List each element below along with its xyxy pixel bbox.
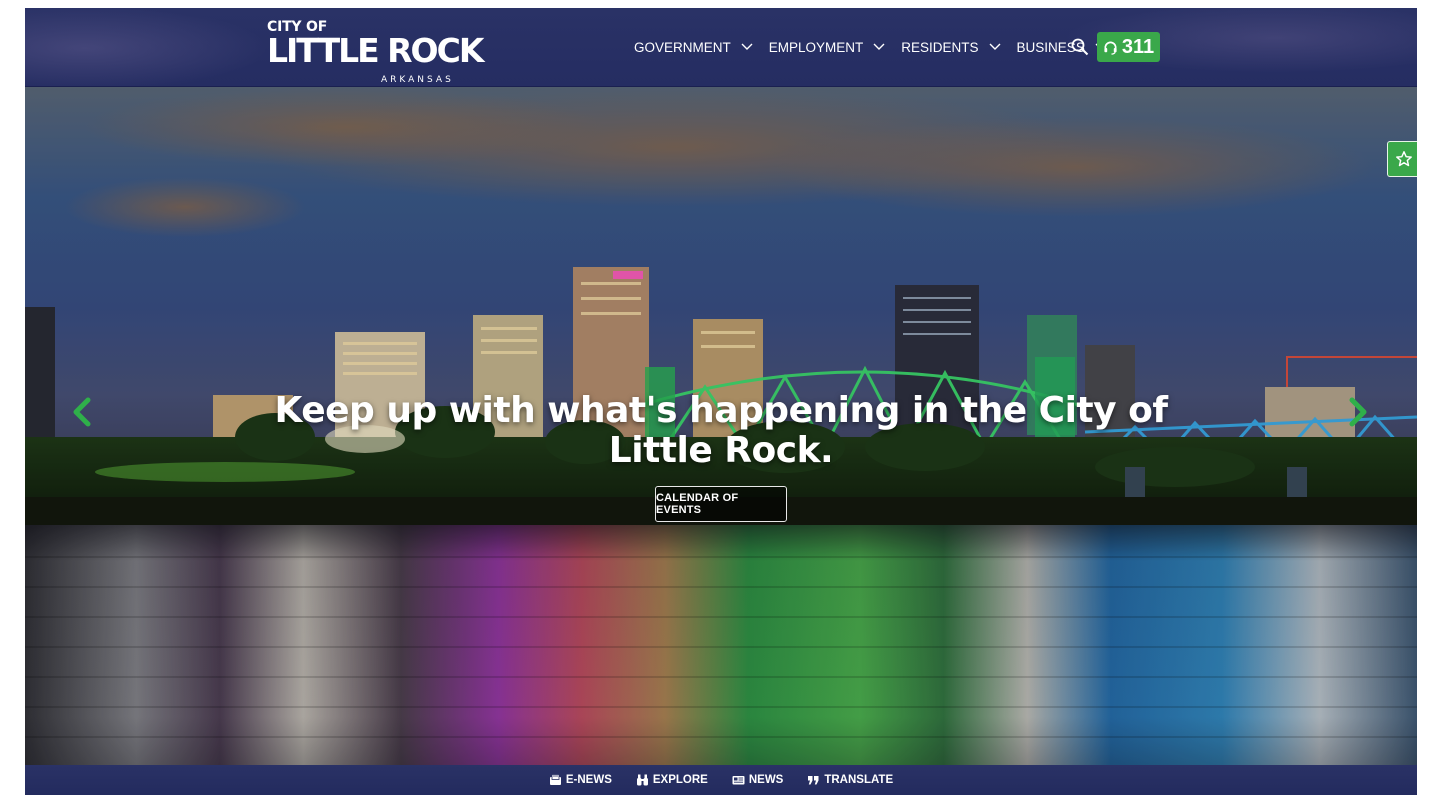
logo-line-2: LITTLE ROCK bbox=[267, 31, 484, 70]
city-logo[interactable]: CITY OF LITTLE ROCK ARKANSAS bbox=[267, 20, 484, 85]
nav-item-residents[interactable]: RESIDENTS bbox=[901, 39, 1001, 55]
nav-label: GOVERNMENT bbox=[634, 39, 731, 55]
311-label: 311 bbox=[1121, 35, 1155, 58]
chevron-right-icon[interactable] bbox=[1347, 397, 1369, 427]
star-icon bbox=[1396, 151, 1412, 167]
e-news-link[interactable]: E-NEWS bbox=[549, 774, 612, 786]
main-nav: GOVERNMENT EMPLOYMENT RESIDENTS BUSINESS bbox=[634, 36, 1123, 58]
hero-headline: Keep up with what's happening in the Cit… bbox=[274, 390, 1168, 471]
chevron-down-icon bbox=[741, 43, 753, 50]
calendar-of-events-button[interactable]: CALENDAR OF EVENTS bbox=[655, 486, 787, 522]
chevron-left-icon[interactable] bbox=[71, 397, 93, 427]
page-frame: CITY OF LITTLE ROCK ARKANSAS GOVERNMENT … bbox=[25, 8, 1417, 795]
nav-item-government[interactable]: GOVERNMENT bbox=[634, 40, 753, 55]
nav-label: RESIDENTS bbox=[901, 39, 979, 55]
nav-item-business[interactable]: BUSINESS bbox=[1017, 40, 1107, 55]
news-link[interactable]: NEWS bbox=[732, 774, 784, 786]
search-icon[interactable] bbox=[1071, 38, 1089, 56]
binoculars-icon bbox=[636, 774, 648, 786]
explore-label: EXPLORE bbox=[652, 774, 708, 786]
site-header: CITY OF LITTLE ROCK ARKANSAS GOVERNMENT … bbox=[25, 8, 1417, 87]
headset-icon bbox=[1104, 41, 1117, 55]
translate-link[interactable]: TRANSLATE bbox=[807, 774, 893, 786]
quote-icon bbox=[808, 776, 819, 785]
quick-links-bar: E-NEWS EXPLORE NEWS TRANSLATE bbox=[25, 765, 1417, 795]
newspaper-icon bbox=[732, 776, 745, 785]
explore-link[interactable]: EXPLORE bbox=[636, 774, 708, 786]
chevron-down-icon bbox=[873, 43, 885, 50]
news-label: NEWS bbox=[748, 774, 784, 786]
nav-label: EMPLOYMENT bbox=[768, 39, 864, 55]
e-news-label: E-NEWS bbox=[565, 774, 612, 786]
311-button[interactable]: 311 bbox=[1097, 32, 1160, 62]
hero-slider: Keep up with what's happening in the Cit… bbox=[25, 87, 1417, 765]
chevron-down-icon bbox=[989, 43, 1001, 50]
newsletter-icon bbox=[549, 774, 561, 785]
translate-label: TRANSLATE bbox=[824, 774, 894, 786]
logo-line-3: ARKANSAS bbox=[381, 75, 454, 85]
favorite-button[interactable] bbox=[1387, 141, 1417, 177]
nav-item-employment[interactable]: EMPLOYMENT bbox=[769, 40, 886, 55]
